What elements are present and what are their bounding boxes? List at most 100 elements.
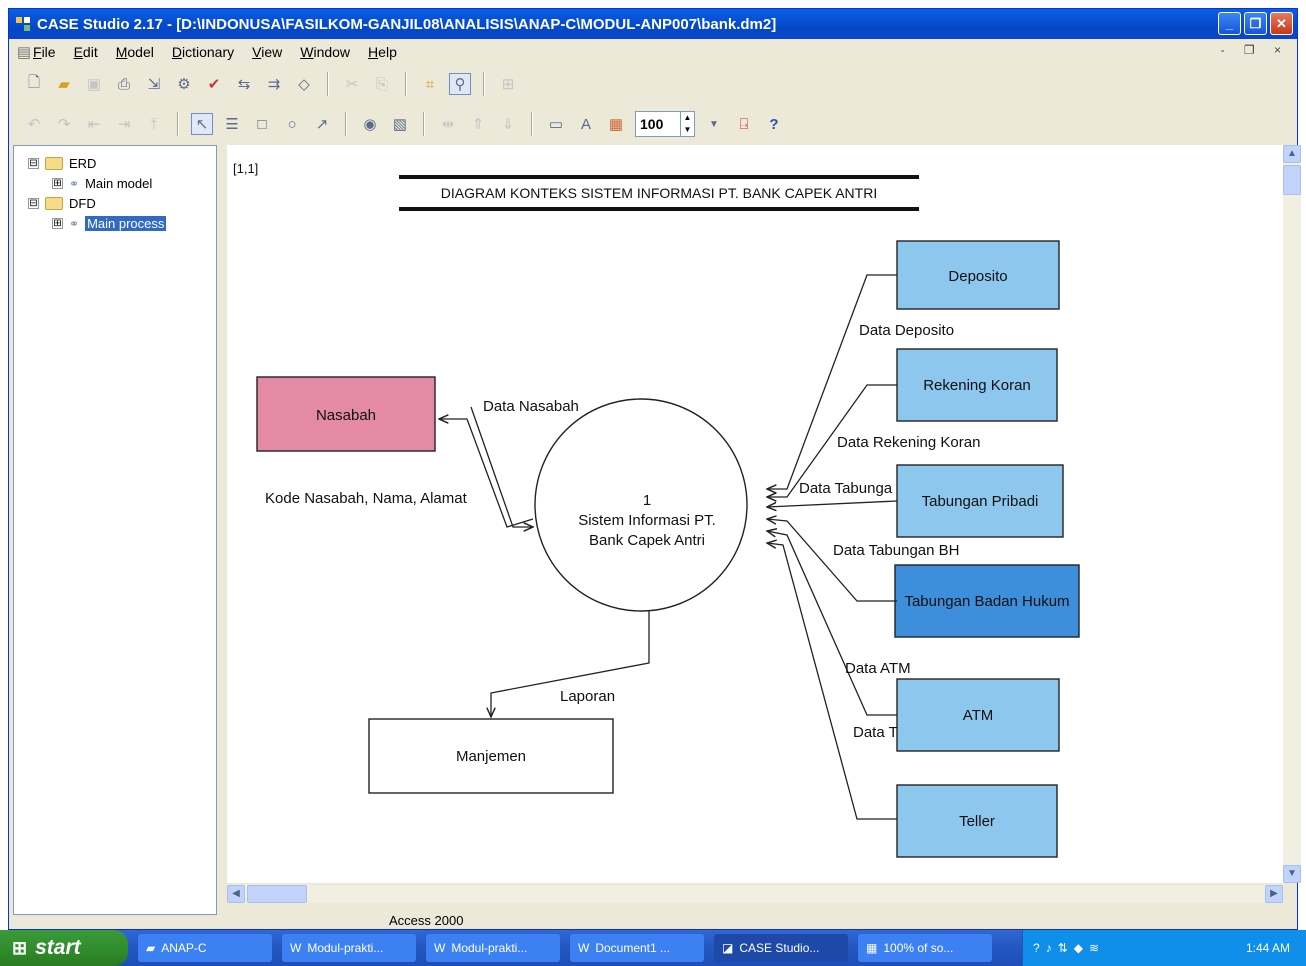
pointer-tool-icon[interactable]: ↖: [191, 113, 213, 135]
close-button[interactable]: ✕: [1270, 12, 1293, 35]
mdi-window-controls[interactable]: - ❐ ×: [1221, 43, 1289, 57]
entity-rekening-koran[interactable]: Rekening Koran: [896, 348, 1058, 422]
flow-label-data-atm: Data ATM: [845, 660, 911, 677]
picture-icon[interactable]: ▧: [389, 113, 411, 135]
start-button[interactable]: ⊞ start: [0, 930, 128, 966]
help-icon[interactable]: ?: [763, 113, 785, 135]
tree-node-dfd[interactable]: ⊟ DFD: [28, 196, 96, 211]
scroll-up-button[interactable]: ▲: [1283, 145, 1301, 163]
expand-icon[interactable]: ⊞: [52, 218, 63, 229]
send-back-icon[interactable]: ⇓: [497, 113, 519, 135]
taskbar-item-image[interactable]: ▦ 100% of so...: [858, 934, 992, 962]
app-window: CASE Studio 2.17 - [D:\INDONUSA\FASILKOM…: [8, 8, 1301, 931]
align-right-icon[interactable]: ⇥: [113, 113, 135, 135]
undo-icon[interactable]: ↶: [23, 113, 45, 135]
diagram-title: DIAGRAM KONTEKS SISTEM INFORMASI PT. BAN…: [441, 185, 877, 201]
taskbar-item-word-1[interactable]: W Modul-prakti...: [282, 934, 416, 962]
check-model-icon[interactable]: ✔: [203, 73, 225, 95]
export-icon[interactable]: ⇲: [143, 73, 165, 95]
expand-icon[interactable]: ⊞: [52, 178, 63, 189]
vertical-scroll-thumb[interactable]: [1283, 165, 1301, 195]
taskbar-item-document[interactable]: W Document1 ...: [570, 934, 704, 962]
entity-tabungan-pribadi[interactable]: Tabungan Pribadi: [896, 464, 1064, 538]
volume-icon[interactable]: ♪: [1046, 941, 1052, 955]
collapse-icon[interactable]: ⊟: [28, 198, 39, 209]
eraser-icon[interactable]: ◇: [293, 73, 315, 95]
flow-data-nasabah[interactable]: [439, 406, 533, 527]
open-folder-icon[interactable]: ▰: [53, 73, 75, 95]
antivirus-icon[interactable]: ◆: [1074, 941, 1083, 955]
horizontal-scroll-thumb[interactable]: [247, 885, 307, 903]
entity-deposito[interactable]: Deposito: [896, 240, 1060, 310]
menu-window[interactable]: Window: [300, 44, 350, 60]
diagram-canvas[interactable]: [1,1] DIAGRAM KONTEKS SISTEM INFORMASI P…: [227, 145, 1283, 883]
network-icon[interactable]: ⇅: [1058, 941, 1068, 955]
process-model-icon: ⚭: [69, 216, 80, 231]
zoom-dropdown-icon[interactable]: ▼: [703, 113, 725, 135]
entity-manajemen[interactable]: Manjemen: [368, 718, 614, 794]
collapse-icon[interactable]: ⊟: [28, 158, 39, 169]
menu-edit[interactable]: Edit: [74, 44, 98, 60]
menu-file[interactable]: File: [33, 44, 56, 60]
color-icon[interactable]: ▦: [605, 113, 627, 135]
redo-icon[interactable]: ↷: [53, 113, 75, 135]
minimize-button[interactable]: _: [1218, 12, 1241, 35]
menu-model[interactable]: Model: [116, 44, 154, 60]
menu-help[interactable]: Help: [368, 44, 397, 60]
diagram-title-block[interactable]: DIAGRAM KONTEKS SISTEM INFORMASI PT. BAN…: [399, 175, 919, 211]
vertical-scrollbar[interactable]: ▲ ▼: [1283, 145, 1301, 883]
process-number: 1: [643, 492, 651, 509]
horizontal-scrollbar[interactable]: ◀ ▶: [227, 885, 1283, 903]
exit-icon[interactable]: ⍈: [733, 113, 755, 135]
generate-icon[interactable]: ⚙: [173, 73, 195, 95]
zoom-input[interactable]: 100 ▲ ▼: [635, 111, 695, 137]
process-sistem-informasi[interactable]: 1 Sistem Informasi PT. Bank Capek Antri: [534, 398, 748, 612]
entity-nasabah[interactable]: Nasabah: [256, 376, 436, 452]
save-icon[interactable]: ▣: [83, 73, 105, 95]
taskbar-item-word-2[interactable]: W Modul-prakti...: [426, 934, 560, 962]
copy-icon[interactable]: ⎘: [371, 73, 393, 95]
cut-icon[interactable]: ✂: [341, 73, 363, 95]
zoom-spinner[interactable]: ▲ ▼: [680, 112, 694, 136]
diagram-toolbar: ↶ ↷ ⇤ ⇥ ⤒ ↖ ☰ □ ○ ↗ ◉ ▧ ⇹ ⇑ ⇓ ▭ A ▦ 100 …: [9, 107, 1297, 141]
flow-label-data-teller: Data T: [853, 724, 898, 741]
help-tray-icon[interactable]: ?: [1033, 941, 1040, 955]
scroll-down-button[interactable]: ▼: [1283, 865, 1301, 883]
convert-icon[interactable]: ⇉: [263, 73, 285, 95]
entity-tabungan-badan-hukum[interactable]: Tabungan Badan Hukum: [894, 564, 1080, 638]
reverse-icon[interactable]: ⇆: [233, 73, 255, 95]
wifi-icon[interactable]: ≋: [1089, 941, 1099, 955]
distribute-icon[interactable]: ⇹: [437, 113, 459, 135]
align-left-icon[interactable]: ⇤: [83, 113, 105, 135]
status-bar: Access 2000: [9, 909, 1297, 931]
flow-tool-icon[interactable]: ↗: [311, 113, 333, 135]
scroll-right-button[interactable]: ▶: [1265, 885, 1283, 903]
bring-front-icon[interactable]: ⇑: [467, 113, 489, 135]
process-tool-icon[interactable]: ○: [281, 113, 303, 135]
taskbar-item-folder[interactable]: ▰ ANAP-C: [138, 934, 272, 962]
new-file-icon[interactable]: 🗋: [23, 73, 45, 95]
flow-label-data-rekening-koran: Data Rekening Koran: [837, 434, 980, 451]
print-icon[interactable]: ⎙: [113, 73, 135, 95]
tree-node-erd[interactable]: ⊟ ERD: [28, 156, 96, 171]
entity-atm[interactable]: ATM: [896, 678, 1060, 752]
entity-teller-label: Teller: [959, 813, 995, 830]
flow-label-data-tabungan-bh: Data Tabungan BH: [833, 542, 959, 559]
page-icon[interactable]: ▭: [545, 113, 567, 135]
data-store-tool-icon[interactable]: ☰: [221, 113, 243, 135]
menu-dictionary[interactable]: Dictionary: [172, 44, 234, 60]
tree-view-icon[interactable]: ⌗: [419, 73, 441, 95]
taskbar-item-case-studio[interactable]: ◪ CASE Studio...: [714, 934, 848, 962]
dictionary-icon[interactable]: ⊞: [497, 73, 519, 95]
restore-button[interactable]: ❐: [1244, 12, 1267, 35]
model-view-icon[interactable]: ⚲: [449, 73, 471, 95]
db-icon[interactable]: ◉: [359, 113, 381, 135]
entity-tool-icon[interactable]: □: [251, 113, 273, 135]
entity-teller[interactable]: Teller: [896, 784, 1058, 858]
menu-view[interactable]: View: [252, 44, 282, 60]
tree-node-main-model[interactable]: ⊞ ⚭ Main model: [52, 176, 152, 191]
tree-node-main-process[interactable]: ⊞ ⚭ Main process: [52, 216, 167, 231]
scroll-left-button[interactable]: ◀: [227, 885, 245, 903]
align-top-icon[interactable]: ⤒: [143, 113, 165, 135]
font-icon[interactable]: A: [575, 113, 597, 135]
